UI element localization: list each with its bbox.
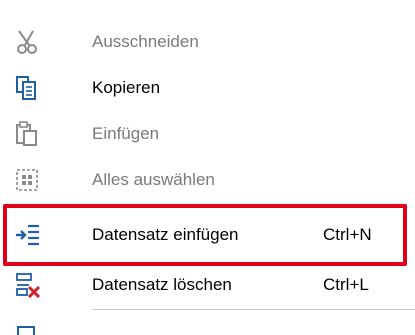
menu-item-label: Kopieren	[92, 78, 161, 97]
menu-item-copy[interactable]: Kopieren	[0, 66, 415, 110]
menu-item-label: Alles auswählen	[92, 170, 215, 189]
menu-item-cut[interactable]: Ausschneiden	[0, 20, 415, 64]
menu-item-select-all[interactable]: Alles auswählen	[0, 158, 415, 202]
scissors-icon	[14, 29, 42, 55]
delete-record-icon	[14, 272, 42, 298]
menu-item-partial[interactable]	[0, 313, 415, 335]
context-menu: Ausschneiden Kopieren Einfügen Alles aus…	[0, 0, 415, 335]
menu-item-delete-record[interactable]: Datensatz löschen Ctrl+L	[0, 263, 415, 307]
shortcut-label: Ctrl+L	[323, 275, 369, 294]
select-all-icon	[14, 167, 42, 193]
paste-icon	[14, 121, 42, 147]
menu-separator	[92, 309, 415, 310]
copy-icon	[14, 75, 42, 101]
menu-item-label: Datensatz löschen	[92, 275, 232, 294]
highlight-annotation	[3, 204, 407, 266]
menu-item-icon	[14, 325, 42, 335]
menu-item-label: Einfügen	[92, 124, 160, 143]
menu-item-label: Ausschneiden	[92, 32, 199, 51]
menu-item-paste[interactable]: Einfügen	[0, 112, 415, 156]
